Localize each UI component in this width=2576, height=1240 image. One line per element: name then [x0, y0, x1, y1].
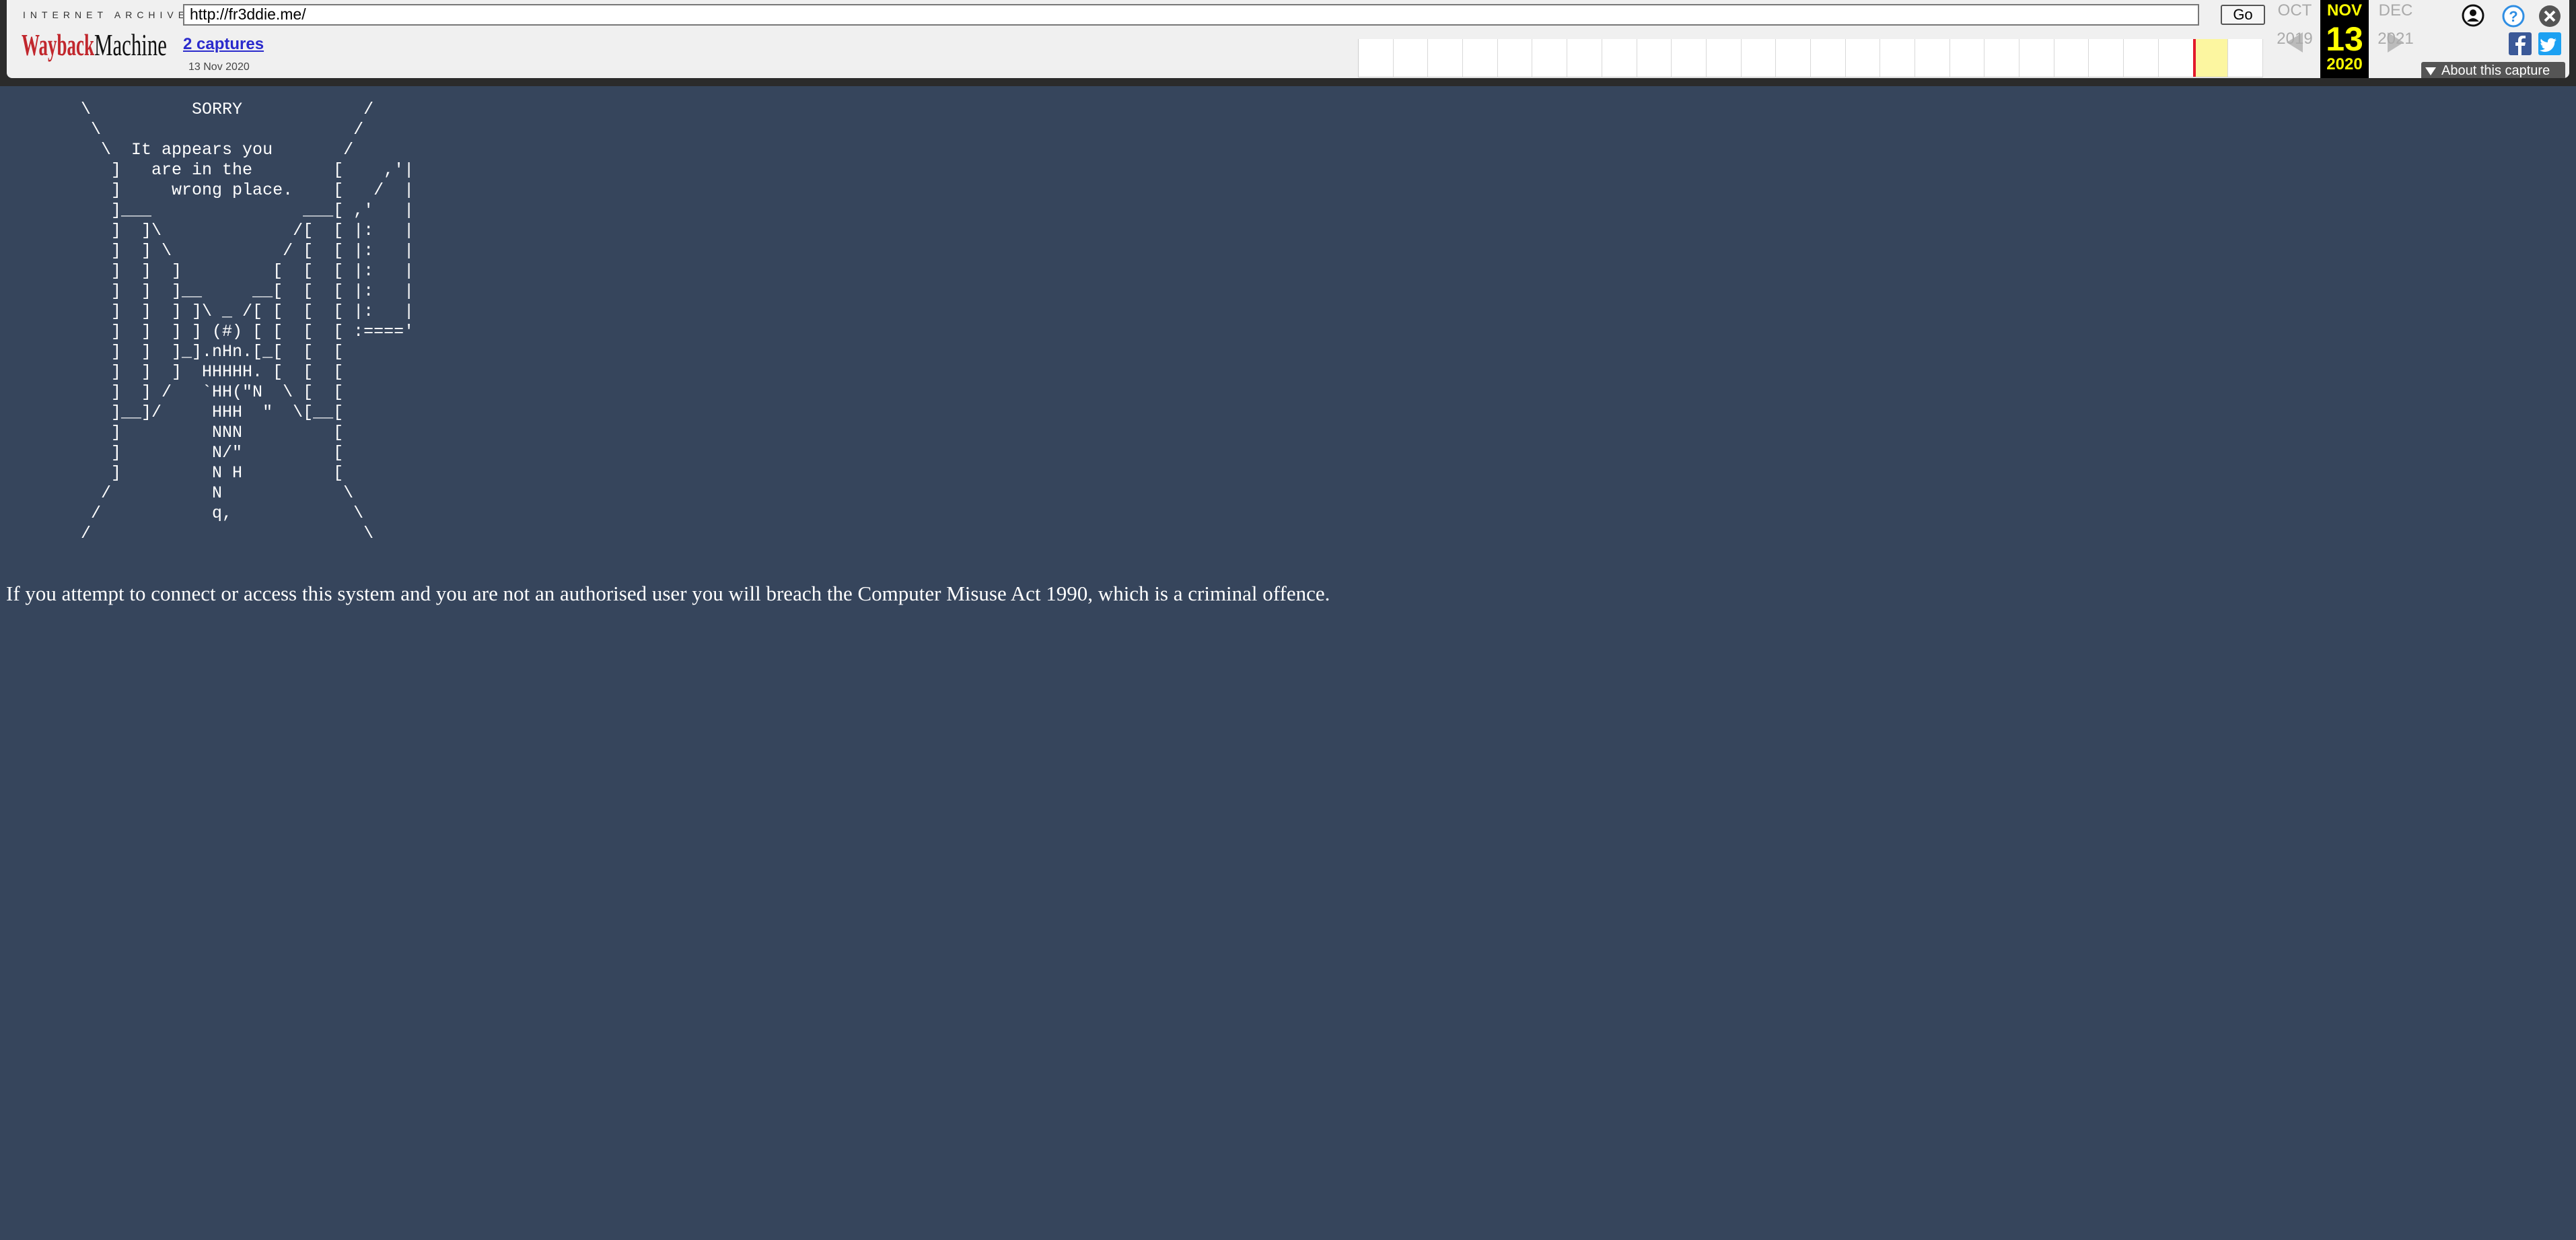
wayback-toolbar-panel: INTERNET ARCHIVE Wayback Machine http://…: [7, 0, 2569, 78]
sparkline-column[interactable]: [2159, 39, 2194, 77]
next-month-label: DEC: [2378, 1, 2413, 20]
current-year-label: 2020: [2326, 55, 2363, 73]
current-day-label: 13: [2326, 20, 2363, 58]
sparkline-column[interactable]: [1602, 39, 1637, 77]
facebook-icon[interactable]: [2509, 32, 2532, 55]
sparkline-column[interactable]: [1567, 39, 1602, 77]
current-month-label: NOV: [2326, 1, 2362, 20]
sparkline-column[interactable]: [1846, 39, 1881, 77]
calendar-next[interactable]: DEC 2021: [2369, 0, 2423, 53]
sparkline-column[interactable]: [1498, 39, 1533, 77]
help-icon[interactable]: ?: [2502, 5, 2525, 28]
calendar-prev[interactable]: OCT 2019: [2268, 0, 2322, 53]
sparkline-column[interactable]: [2193, 39, 2229, 77]
sparkline-column[interactable]: [2228, 39, 2263, 77]
sparkline-column[interactable]: [1776, 39, 1811, 77]
go-button[interactable]: Go: [2221, 5, 2265, 25]
capture-marker: [2193, 39, 2196, 77]
prev-month-label: OCT: [2277, 1, 2312, 20]
sparkline-column[interactable]: [1359, 39, 1394, 77]
wayback-toolbar: INTERNET ARCHIVE Wayback Machine http://…: [0, 0, 2576, 86]
sparkline-column[interactable]: [1463, 39, 1498, 77]
sparkline-column[interactable]: [1532, 39, 1568, 77]
sparkline-column[interactable]: [2124, 39, 2159, 77]
dropdown-triangle-icon: [2425, 67, 2436, 75]
internet-archive-label: INTERNET ARCHIVE: [23, 9, 190, 20]
calendar-current: NOV 13 2020: [2320, 0, 2369, 78]
capture-date: 13 Nov 2020: [188, 61, 250, 73]
legal-warning-text: If you attempt to connect or access this…: [6, 582, 1330, 605]
about-capture-button[interactable]: About this capture: [2421, 62, 2565, 78]
wayback-machine-logo[interactable]: Wayback Machine: [22, 24, 167, 63]
sparkline-column[interactable]: [1880, 39, 1915, 77]
capture-sparkline[interactable]: [1358, 39, 2263, 77]
prev-year-label[interactable]: 2019: [2268, 30, 2322, 48]
user-icon[interactable]: [2462, 4, 2484, 27]
sparkline-column[interactable]: [1984, 39, 2020, 77]
sparkline-column[interactable]: [1742, 39, 1777, 77]
sparkline-column[interactable]: [1950, 39, 1985, 77]
sparkline-column[interactable]: [2019, 39, 2054, 77]
logo-machine-text: Machine: [94, 28, 167, 62]
next-year-label[interactable]: 2021: [2369, 30, 2423, 48]
sparkline-column[interactable]: [1811, 39, 1846, 77]
svg-text:?: ?: [2509, 8, 2517, 25]
url-input[interactable]: http://fr3ddie.me/: [183, 4, 2199, 26]
close-icon[interactable]: [2538, 5, 2561, 28]
sparkline-column[interactable]: [2089, 39, 2124, 77]
ascii-sorry-art: \ SORRY / \ / \ It appears you / ] are i…: [81, 100, 415, 543]
captures-link[interactable]: 2 captures: [183, 35, 264, 54]
sparkline-column[interactable]: [1707, 39, 1742, 77]
sparkline-column[interactable]: [1672, 39, 1707, 77]
sparkline-column[interactable]: [1637, 39, 1672, 77]
logo-wayback-text: Wayback: [22, 28, 94, 62]
sparkline-column[interactable]: [2054, 39, 2089, 77]
sparkline-column[interactable]: [1915, 39, 1950, 77]
twitter-icon[interactable]: [2538, 32, 2561, 55]
sparkline-column[interactable]: [1394, 39, 1429, 77]
about-capture-label: About this capture: [2441, 63, 2550, 78]
sparkline-column[interactable]: [1428, 39, 1464, 77]
